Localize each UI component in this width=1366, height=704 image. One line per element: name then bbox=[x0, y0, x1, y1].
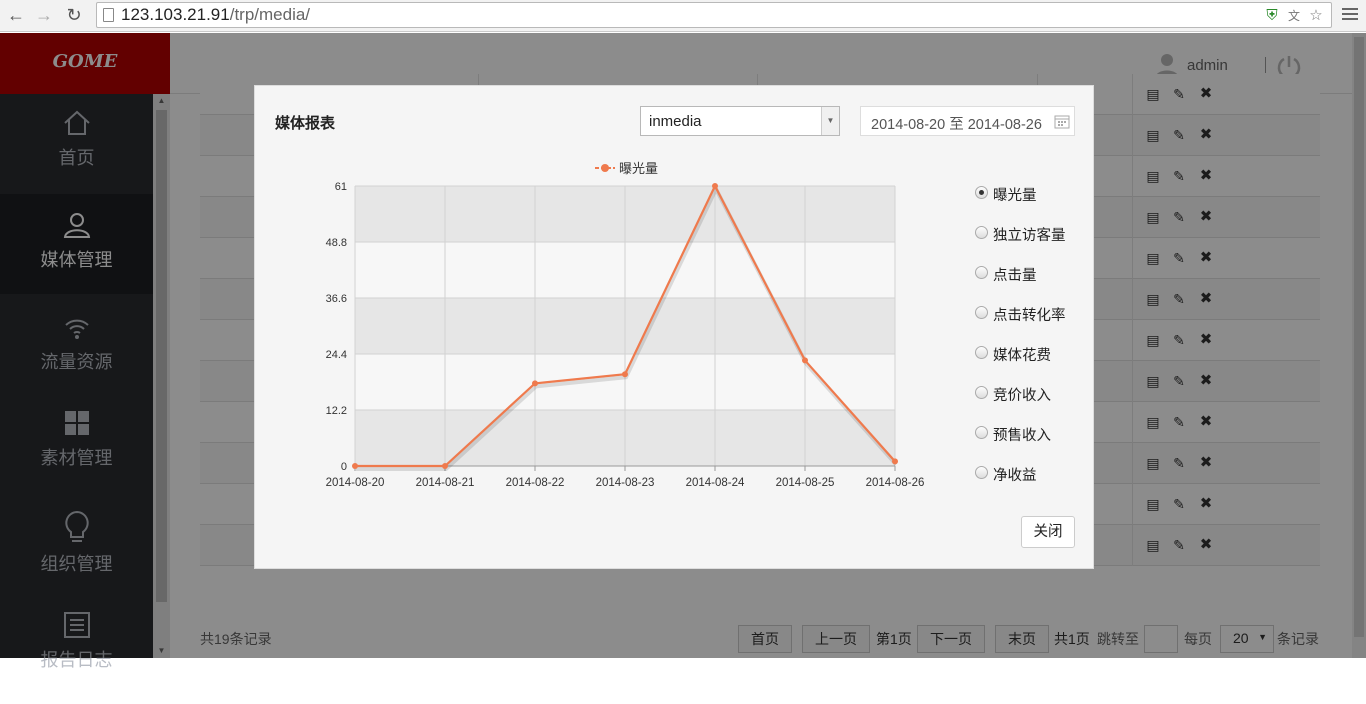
y-tick-label: 24.4 bbox=[326, 349, 347, 361]
page-icon bbox=[103, 8, 114, 22]
metric-option[interactable]: 预售收入 bbox=[975, 422, 1085, 444]
y-tick-label: 48.8 bbox=[326, 237, 347, 249]
x-tick-label: 2014-08-21 bbox=[416, 477, 475, 489]
media-report-dialog: 媒体报表 inmedia ▼ 2014-08-20 至 2014-08-26 0… bbox=[254, 85, 1094, 569]
metric-option[interactable]: 点击转化率 bbox=[975, 302, 1085, 324]
radio-button[interactable] bbox=[975, 466, 988, 479]
date-range-value: 2014-08-20 至 2014-08-26 bbox=[871, 117, 1042, 133]
metric-label: 点击转化率 bbox=[993, 308, 1066, 324]
data-point bbox=[622, 371, 628, 378]
forward-icon[interactable]: → bbox=[32, 3, 56, 27]
url-text: 123.103.21.91/trp/media/ bbox=[121, 5, 311, 24]
metric-option[interactable]: 竞价收入 bbox=[975, 382, 1085, 404]
metric-option[interactable]: 净收益 bbox=[975, 462, 1085, 484]
data-point bbox=[532, 380, 538, 387]
data-point bbox=[352, 463, 358, 469]
metric-option[interactable]: 独立访客量 bbox=[975, 222, 1085, 244]
close-button[interactable]: 关闭 bbox=[1021, 516, 1075, 548]
reload-icon[interactable]: ↻ bbox=[62, 3, 86, 27]
x-tick-label: 2014-08-20 bbox=[326, 477, 385, 489]
dialog-title: 媒体报表 bbox=[275, 115, 336, 132]
chevron-down-icon: ▼ bbox=[821, 107, 839, 135]
legend-label: 曝光量 bbox=[619, 161, 658, 176]
back-icon[interactable]: ← bbox=[4, 3, 28, 27]
x-tick-label: 2014-08-25 bbox=[776, 477, 835, 489]
x-tick-label: 2014-08-22 bbox=[506, 477, 565, 489]
shield-extension-icon[interactable]: ⛨ bbox=[1263, 7, 1281, 25]
metric-label: 曝光量 bbox=[993, 188, 1037, 204]
date-range-picker[interactable]: 2014-08-20 至 2014-08-26 bbox=[860, 106, 1075, 136]
metric-option[interactable]: 媒体花费 bbox=[975, 342, 1085, 364]
metric-label: 净收益 bbox=[993, 468, 1037, 484]
radio-button[interactable] bbox=[975, 226, 988, 239]
browser-menu-icon[interactable] bbox=[1342, 8, 1358, 22]
media-select[interactable]: inmedia ▼ bbox=[640, 106, 840, 136]
calendar-icon[interactable] bbox=[1054, 113, 1070, 129]
metric-label: 媒体花费 bbox=[993, 348, 1051, 364]
data-point bbox=[892, 458, 898, 465]
radio-button[interactable] bbox=[975, 386, 988, 399]
y-tick-label: 61 bbox=[335, 181, 347, 193]
y-tick-label: 12.2 bbox=[326, 405, 347, 417]
radio-button[interactable] bbox=[975, 266, 988, 279]
x-tick-label: 2014-08-23 bbox=[596, 477, 655, 489]
data-point bbox=[442, 463, 448, 469]
x-tick-label: 2014-08-26 bbox=[866, 477, 925, 489]
radio-button[interactable] bbox=[975, 306, 988, 319]
address-bar[interactable]: 123.103.21.91/trp/media/ ⛨ 文 ☆ bbox=[96, 2, 1332, 28]
y-tick-label: 0 bbox=[341, 461, 347, 473]
y-tick-label: 36.6 bbox=[326, 293, 347, 305]
metric-label: 独立访客量 bbox=[993, 228, 1066, 244]
data-point bbox=[802, 357, 808, 364]
legend-marker bbox=[601, 164, 609, 172]
radio-button[interactable] bbox=[975, 346, 988, 359]
metric-label: 竞价收入 bbox=[993, 388, 1051, 404]
metric-option[interactable]: 曝光量 bbox=[975, 182, 1085, 204]
radio-button[interactable] bbox=[975, 426, 988, 439]
line-chart: 0 12.2 24.4 36.6 48.8 61 2014-08-20 2014-08-21 2… bbox=[326, 161, 925, 489]
translate-icon[interactable]: 文 bbox=[1285, 7, 1303, 25]
data-point bbox=[712, 183, 718, 189]
media-select-value: inmedia bbox=[649, 113, 702, 130]
radio-button[interactable] bbox=[975, 186, 988, 199]
metric-label: 点击量 bbox=[993, 268, 1037, 284]
metric-label: 预售收入 bbox=[993, 428, 1051, 444]
bookmark-star-icon[interactable]: ☆ bbox=[1307, 7, 1325, 25]
browser-toolbar: ← → ↻ 123.103.21.91/trp/media/ ⛨ 文 ☆ bbox=[0, 0, 1366, 32]
metric-option[interactable]: 点击量 bbox=[975, 262, 1085, 284]
x-tick-label: 2014-08-24 bbox=[686, 477, 745, 489]
